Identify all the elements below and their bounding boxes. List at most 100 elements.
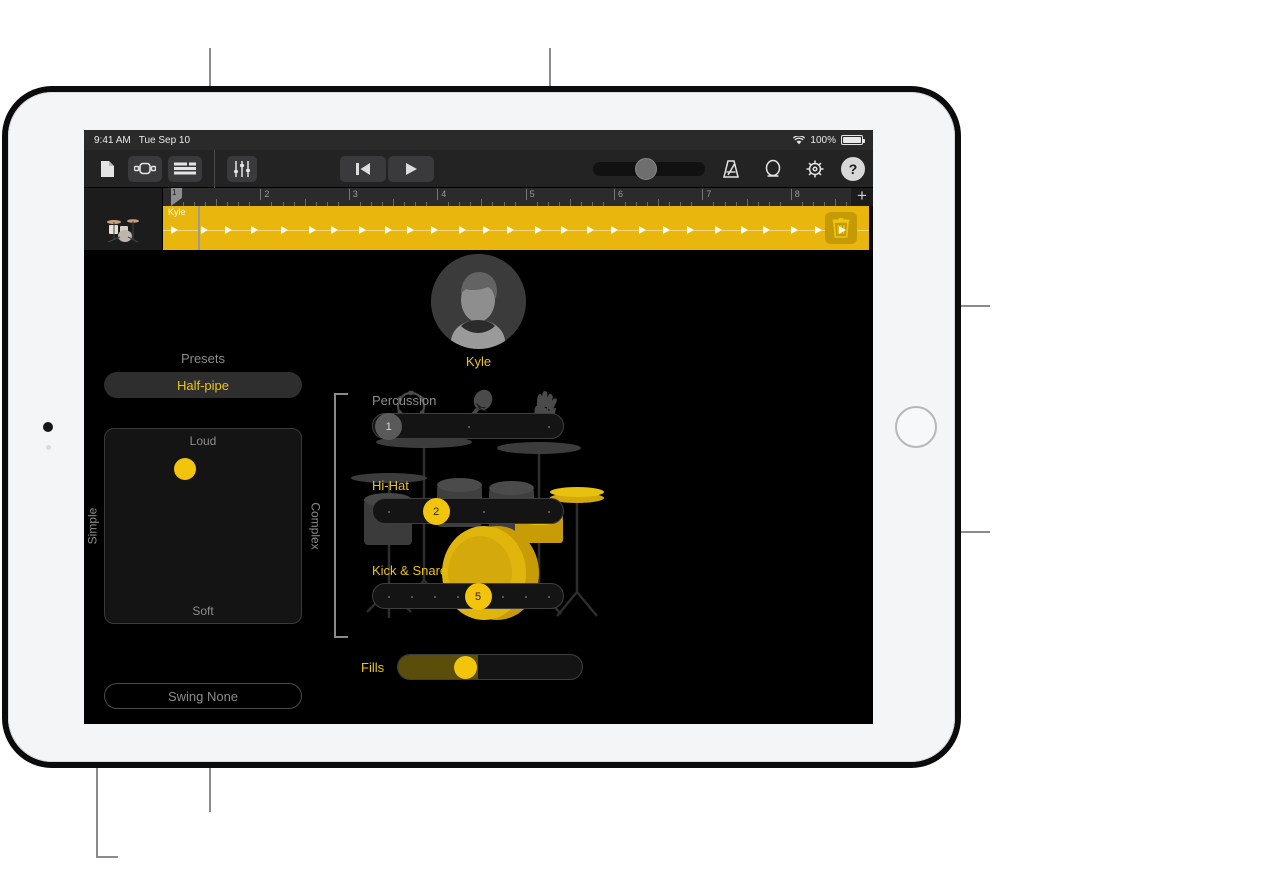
- kick-snare-slider: Kick & Snare 5: [372, 563, 564, 610]
- midi-note: [251, 226, 258, 234]
- percussion-slider-puck[interactable]: 1: [375, 413, 403, 440]
- transport-controls: [339, 155, 434, 182]
- midi-note: [407, 226, 414, 234]
- status-bar-right: 100%: [793, 134, 865, 146]
- midi-note: [359, 226, 366, 234]
- master-volume-knob[interactable]: [634, 157, 657, 180]
- midi-note: [507, 226, 514, 234]
- ruler-bar-label: 5: [525, 189, 535, 200]
- percussion-slider-label: Percussion: [372, 393, 437, 408]
- master-volume-slider[interactable]: [592, 157, 705, 180]
- ruler-bar-label: 2: [260, 189, 269, 200]
- ruler-spacer: [84, 188, 163, 206]
- ruler-row: 123456781 +: [84, 187, 873, 206]
- percussion-slider-track[interactable]: 1: [372, 413, 564, 440]
- ruler-bar-label: 8: [790, 189, 800, 200]
- add-track-button[interactable]: +: [851, 187, 873, 206]
- ruler-bar-label: 7: [702, 189, 711, 200]
- toolbar-divider: [214, 149, 215, 188]
- help-button[interactable]: ?: [840, 156, 865, 181]
- slider-tick-dot: [547, 511, 550, 513]
- midi-note: [663, 226, 670, 234]
- slider-tick-dot: [547, 596, 550, 598]
- drum-kit-illustration[interactable]: [349, 430, 609, 645]
- midi-note: [385, 226, 392, 234]
- wifi-icon: [793, 134, 806, 145]
- xy-pad[interactable]: Loud Soft Simple Complex: [85, 428, 322, 624]
- drummer-avatar[interactable]: [431, 254, 526, 349]
- ruler-bar-label: 6: [614, 189, 623, 200]
- midi-note: [587, 226, 594, 234]
- rewind-to-start-button[interactable]: [339, 155, 386, 182]
- xy-pad-left-label: Simple: [85, 507, 100, 545]
- ipad-screen: 9:41 AM Tue Sep 10 100% ? 2 3 4 5 6 7 8 …: [84, 130, 873, 724]
- settings-gear-icon[interactable]: [799, 156, 831, 182]
- xy-pad-puck[interactable]: [174, 458, 196, 480]
- percussion-slider: Percussion 1: [372, 393, 564, 440]
- slider-tick-dot: [468, 426, 470, 428]
- track-view-icon[interactable]: [168, 155, 202, 182]
- slider-tick-dot: [411, 596, 413, 598]
- midi-note: [611, 226, 618, 234]
- loop-cycle-icon[interactable]: [757, 156, 789, 182]
- timeline-ruler[interactable]: 123456781: [163, 188, 873, 206]
- sensor-dot-icon: [46, 445, 51, 450]
- play-button[interactable]: [387, 155, 434, 182]
- ipad-device: 9:41 AM Tue Sep 10 100% ? 2 3 4 5 6 7 8 …: [8, 92, 955, 762]
- xy-pad-bottom-label: Soft: [192, 604, 214, 618]
- playhead[interactable]: [198, 206, 200, 250]
- slider-tick-dot: [525, 596, 527, 598]
- slider-tick-dot: [502, 596, 505, 598]
- drum-kit-icon: [107, 219, 139, 243]
- ruler-bar-label: 4: [437, 189, 446, 200]
- status-time: 9:41 AM: [94, 134, 131, 146]
- midi-note: [431, 226, 438, 234]
- track-lane[interactable]: Kyle: [163, 206, 873, 250]
- playhead-flag[interactable]: 1: [171, 188, 182, 206]
- region-name: Kyle: [168, 207, 186, 217]
- document-icon[interactable]: [92, 156, 122, 182]
- kick-snare-slider-label: Kick & Snare: [372, 563, 448, 578]
- ruler-tick: [746, 199, 748, 206]
- midi-note: [715, 226, 722, 234]
- hi-hat-slider-track[interactable]: 2: [372, 498, 564, 525]
- fills-slider-knob[interactable]: [454, 656, 477, 679]
- slider-tick-dot: [433, 596, 436, 598]
- drummer-editor: Presets Half-pipe Loud Soft Simple Compl…: [84, 250, 873, 724]
- midi-note: [309, 226, 316, 234]
- midi-note: [561, 226, 568, 234]
- ruler-tick: [835, 199, 836, 206]
- mixer-icon[interactable]: [227, 155, 257, 182]
- ruler-tick: [216, 199, 218, 206]
- swing-selector[interactable]: Swing None: [104, 683, 302, 709]
- midi-note: [201, 226, 208, 234]
- slider-tick-dot: [388, 596, 391, 598]
- drummer-region[interactable]: Kyle: [163, 206, 869, 250]
- midi-note: [839, 226, 846, 234]
- toolbar-right-group: ?: [592, 156, 865, 182]
- ruler-bar-label: 3: [348, 189, 358, 200]
- battery-percent: 100%: [810, 134, 836, 146]
- kick-snare-slider-puck[interactable]: 5: [464, 583, 492, 610]
- hi-hat-slider: Hi-Hat 2: [372, 478, 564, 525]
- midi-note: [815, 226, 822, 234]
- midi-note: [741, 226, 748, 234]
- preset-selector[interactable]: Half-pipe: [104, 372, 302, 398]
- slider-tick-dot: [547, 426, 550, 428]
- loop-browser-icon[interactable]: [128, 155, 162, 182]
- toolbar: ?: [84, 149, 873, 188]
- ruler-tick: [304, 199, 306, 206]
- swing-value: Swing None: [167, 688, 239, 704]
- hi-hat-slider-puck[interactable]: 2: [422, 498, 450, 525]
- midi-note: [171, 226, 178, 234]
- midi-note: [687, 226, 694, 234]
- metronome-icon[interactable]: [715, 156, 747, 182]
- kick-snare-slider-track[interactable]: 5: [372, 583, 564, 610]
- midi-note: [791, 226, 798, 234]
- fills-slider[interactable]: [397, 654, 583, 680]
- home-button[interactable]: [895, 406, 937, 448]
- track-header[interactable]: [84, 206, 163, 250]
- presets-label: Presets: [180, 351, 226, 366]
- ruler-tick: [569, 199, 571, 206]
- xy-pad-top-label: Loud: [189, 434, 217, 448]
